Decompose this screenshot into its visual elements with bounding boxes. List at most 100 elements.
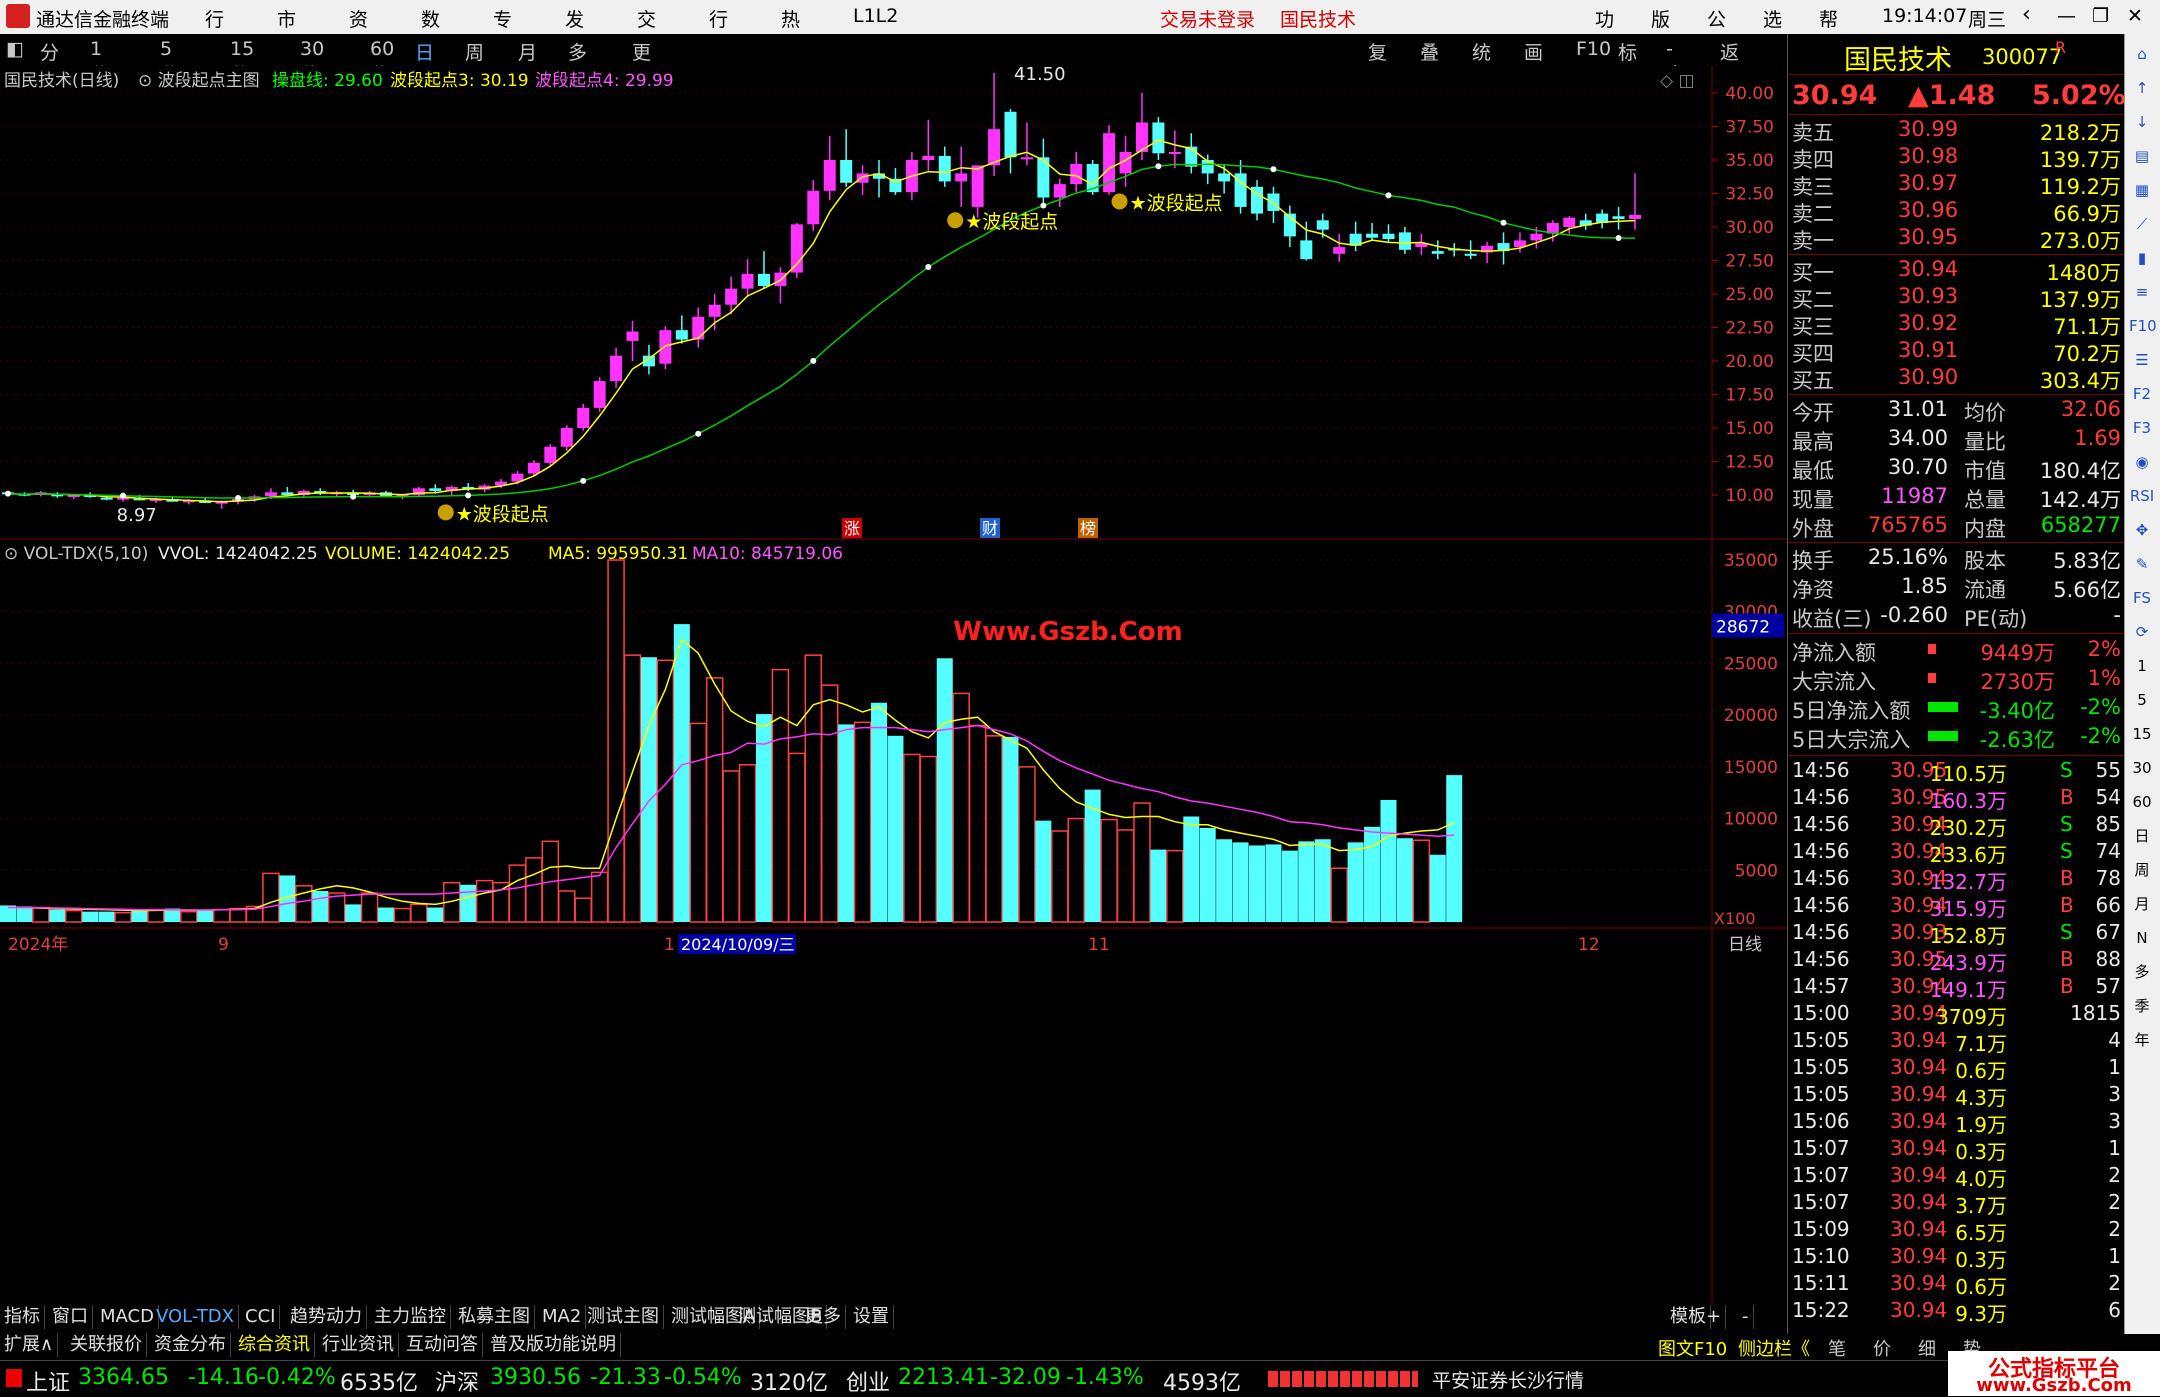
bid-row[interactable]: 买三 30.92 71.1万 [1788,311,2125,339]
quote-tab[interactable]: 价 [1873,1335,1891,1361]
sidebar-dot-icon[interactable]: ◉ [2129,450,2155,474]
indicator-tab[interactable]: 指标 [0,1305,45,1329]
chart-options-icon[interactable]: ◇ ◫ [1660,71,1695,91]
tick-row: 14:56 30.95 110.5万 S 55 [1788,758,2125,786]
extension-tab[interactable]: 行业资讯 [318,1333,399,1357]
indicator-tab[interactable]: 私募主图 [454,1305,535,1329]
sidebar-rsi-icon[interactable]: RSI [2129,484,2155,508]
ask-price: 30.98 [1898,144,1959,168]
tick-price: 30.94 [1890,1163,1948,1187]
sh-label: 上证 [26,1371,71,1396]
sidebar-月-icon[interactable]: 月 [2129,892,2155,916]
sidebar-F2-icon[interactable]: F2 [2129,382,2155,406]
back-icon[interactable]: ‹ [2022,2,2031,27]
template-button[interactable]: - [1738,1305,1754,1329]
close-icon[interactable]: ✕ [2127,5,2143,27]
extension-tab[interactable]: 综合资讯 [234,1333,315,1357]
sidebar-up-arrow-icon[interactable]: ↑ [2129,76,2155,100]
event-marker[interactable]: 榜 [1080,519,1096,538]
sidebar-down-arrow-icon[interactable]: ↓ [2129,110,2155,134]
extension-tab[interactable]: 扩展∧ [0,1333,59,1357]
login-status[interactable]: 交易未登录 [1160,5,1255,32]
sidebar-chart-icon[interactable]: ▤ [2129,144,2155,168]
sidebar-list2-icon[interactable]: ☰ [2129,348,2155,372]
indicator-tab[interactable]: VOL-TDX [152,1305,239,1329]
sidebar-5-icon[interactable]: 5 [2129,688,2155,712]
bid-price: 30.91 [1898,338,1959,362]
ask-row[interactable]: 卖一 30.95 273.0万 [1788,225,2125,253]
event-marker[interactable]: 财 [982,519,998,538]
ask-row[interactable]: 卖五 30.99 218.2万 [1788,117,2125,145]
sidebar-30-icon[interactable]: 30 [2129,756,2155,780]
cy-value: 2213.41 [898,1365,989,1390]
date-tick-label: 1 [664,935,675,955]
tick-time: 15:22 [1792,1298,1850,1322]
restore-icon[interactable]: ❐ [2092,5,2109,27]
indicator-tab[interactable]: 窗口 [48,1305,93,1329]
quote-tab[interactable]: 笔 [1828,1335,1846,1361]
sidebar-周-icon[interactable]: 周 [2129,858,2155,882]
chart-indicator[interactable]: ⊙ 波段起点主图 [138,71,260,91]
sidebar-up-icon[interactable]: ⌂ [2129,42,2155,66]
bid-row[interactable]: 买一 30.94 1480万 [1788,257,2125,285]
sidebar-grid-icon[interactable]: ▦ [2129,178,2155,202]
extension-tab[interactable]: 普及版功能说明 [486,1333,621,1357]
bid-price: 30.93 [1898,284,1959,308]
quote-tab[interactable]: 图文F10 [1658,1335,1727,1361]
template-button[interactable]: + [1702,1305,1727,1329]
volume-indicator-name[interactable]: ⊙ VOL-TDX(5,10) [4,544,148,564]
ask-row[interactable]: 卖四 30.98 139.7万 [1788,144,2125,172]
sidebar-季-icon[interactable]: 季 [2129,994,2155,1018]
sidebar-60-icon[interactable]: 60 [2129,790,2155,814]
minimize-icon[interactable]: — [2057,5,2076,27]
indicator-tab[interactable]: MA2 [538,1305,587,1329]
chart-tool-button[interactable]: F10 [1576,38,1611,60]
sidebar-1-icon[interactable]: 1 [2129,654,2155,678]
quote-tab[interactable]: 细 [1918,1335,1936,1361]
indicator-tab[interactable]: 测试主图 [583,1305,664,1329]
event-marker[interactable]: 涨 [844,519,860,538]
tick-list[interactable]: 14:56 30.95 110.5万 S 55 14:56 30.95 160.3万 B 54 14… [1788,758,2125,1326]
indicator-tab[interactable]: 设置 [849,1305,894,1329]
volume-tick-label: 35000 [1724,551,1778,571]
indicator-tab[interactable]: 更多 [801,1305,846,1329]
sidebar-cross-icon[interactable]: ✥ [2129,518,2155,542]
panel-toggle-icon[interactable]: ◧ [6,38,24,60]
tick-price: 30.94 [1890,1271,1948,1295]
indicator-tab[interactable]: CCI [241,1305,281,1329]
bid-row[interactable]: 买二 30.93 137.9万 [1788,284,2125,312]
sidebar-line-icon[interactable]: ⟋ [2129,212,2155,236]
sidebar-F10-icon[interactable]: F10 [2129,314,2157,338]
sidebar-FS-icon[interactable]: FS [2129,586,2155,610]
sidebar-年-icon[interactable]: 年 [2129,1028,2155,1052]
sh-pct: -0.42% [258,1365,336,1390]
tick-count: 88 [2095,947,2121,971]
ask-row[interactable]: 卖二 30.96 66.9万 [1788,198,2125,226]
sidebar-pen-icon[interactable]: ✎ [2129,552,2155,576]
volume-bar [1150,849,1167,922]
tick-volume: 110.5万 [1929,762,2007,786]
bid-row[interactable]: 买五 30.90 303.4万 [1788,365,2125,393]
menu-item[interactable]: L1L2 [853,5,898,27]
indicator-tab[interactable]: MACD [96,1305,159,1329]
quote-tab[interactable]: 侧边栏《 [1738,1335,1810,1361]
extension-tab[interactable]: 资金分布 [150,1333,231,1357]
volume-bar [377,907,394,922]
sidebar-F3-icon[interactable]: F3 [2129,416,2155,440]
chart-area[interactable]: 40.00 37.50 35.00 32.50 30.00 27.50 25.00 22.50… [0,66,1787,1306]
sidebar-N-icon[interactable]: N [2129,926,2155,950]
sidebar-日-icon[interactable]: 日 [2129,824,2155,848]
sidebar-sync-icon[interactable]: ⟳ [2129,620,2155,644]
extension-tab[interactable]: 互动问答 [402,1333,483,1357]
ask-row[interactable]: 卖三 30.97 119.2万 [1788,171,2125,199]
indicator-tab[interactable]: 趋势动力 [286,1305,367,1329]
extension-tab[interactable]: 关联报价 [66,1333,147,1357]
sidebar-15-icon[interactable]: 15 [2129,722,2155,746]
indicator-tab[interactable]: 主力监控 [370,1305,451,1329]
bid-row[interactable]: 买四 30.91 70.2万 [1788,338,2125,366]
volume-bar [345,904,362,922]
sidebar-list-icon[interactable]: ≡ [2129,280,2155,304]
vvol-value: VVOL: 1424042.25 [158,544,318,564]
sidebar-kline-icon[interactable]: ▮ [2129,246,2155,270]
sidebar-多-icon[interactable]: 多 [2129,960,2155,984]
